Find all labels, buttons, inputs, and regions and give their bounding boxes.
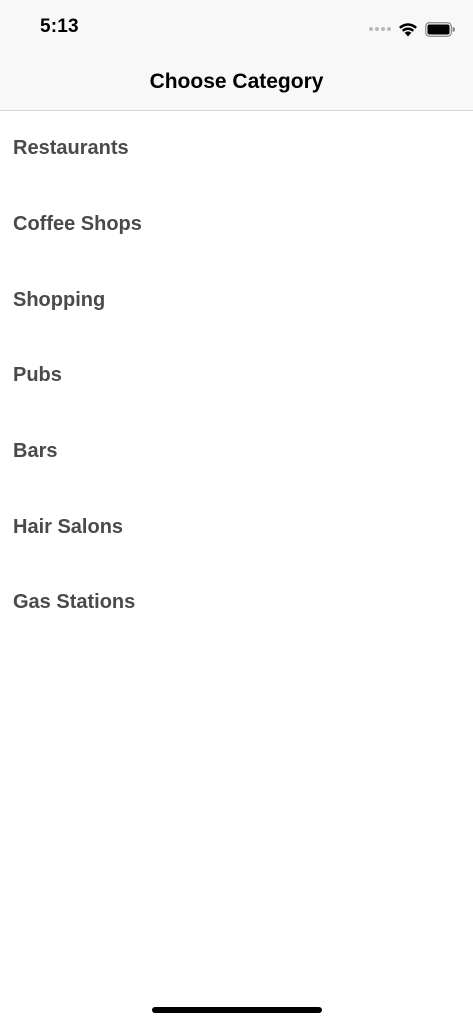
category-label: Shopping: [13, 288, 106, 311]
category-item-shopping[interactable]: Shopping: [0, 262, 473, 338]
home-indicator[interactable]: [152, 1007, 322, 1013]
battery-icon: [425, 21, 455, 37]
category-label: Gas Stations: [13, 591, 136, 614]
category-label: Bars: [13, 440, 58, 463]
category-list: Restaurants Coffee Shops Shopping Pubs B…: [0, 111, 473, 641]
status-icons: [369, 18, 455, 40]
category-item-restaurants[interactable]: Restaurants: [0, 111, 473, 187]
category-item-hair-salons[interactable]: Hair Salons: [0, 489, 473, 565]
status-time: 5:13: [40, 16, 79, 37]
category-label: Pubs: [13, 364, 62, 387]
category-item-coffee-shops[interactable]: Coffee Shops: [0, 187, 473, 263]
status-bar: 5:13: [0, 0, 473, 56]
category-item-pubs[interactable]: Pubs: [0, 338, 473, 414]
category-label: Restaurants: [13, 137, 129, 160]
screen: 5:13 Choose Category Restaurants Coffee: [0, 0, 473, 1024]
page-title: Choose Category: [149, 70, 324, 93]
category-item-bars[interactable]: Bars: [0, 414, 473, 490]
signal-dots-icon: [369, 27, 391, 31]
wifi-icon: [399, 22, 417, 36]
category-label: Coffee Shops: [13, 213, 142, 236]
navigation-bar: Choose Category: [0, 56, 473, 111]
category-item-gas-stations[interactable]: Gas Stations: [0, 565, 473, 641]
category-label: Hair Salons: [13, 515, 124, 538]
